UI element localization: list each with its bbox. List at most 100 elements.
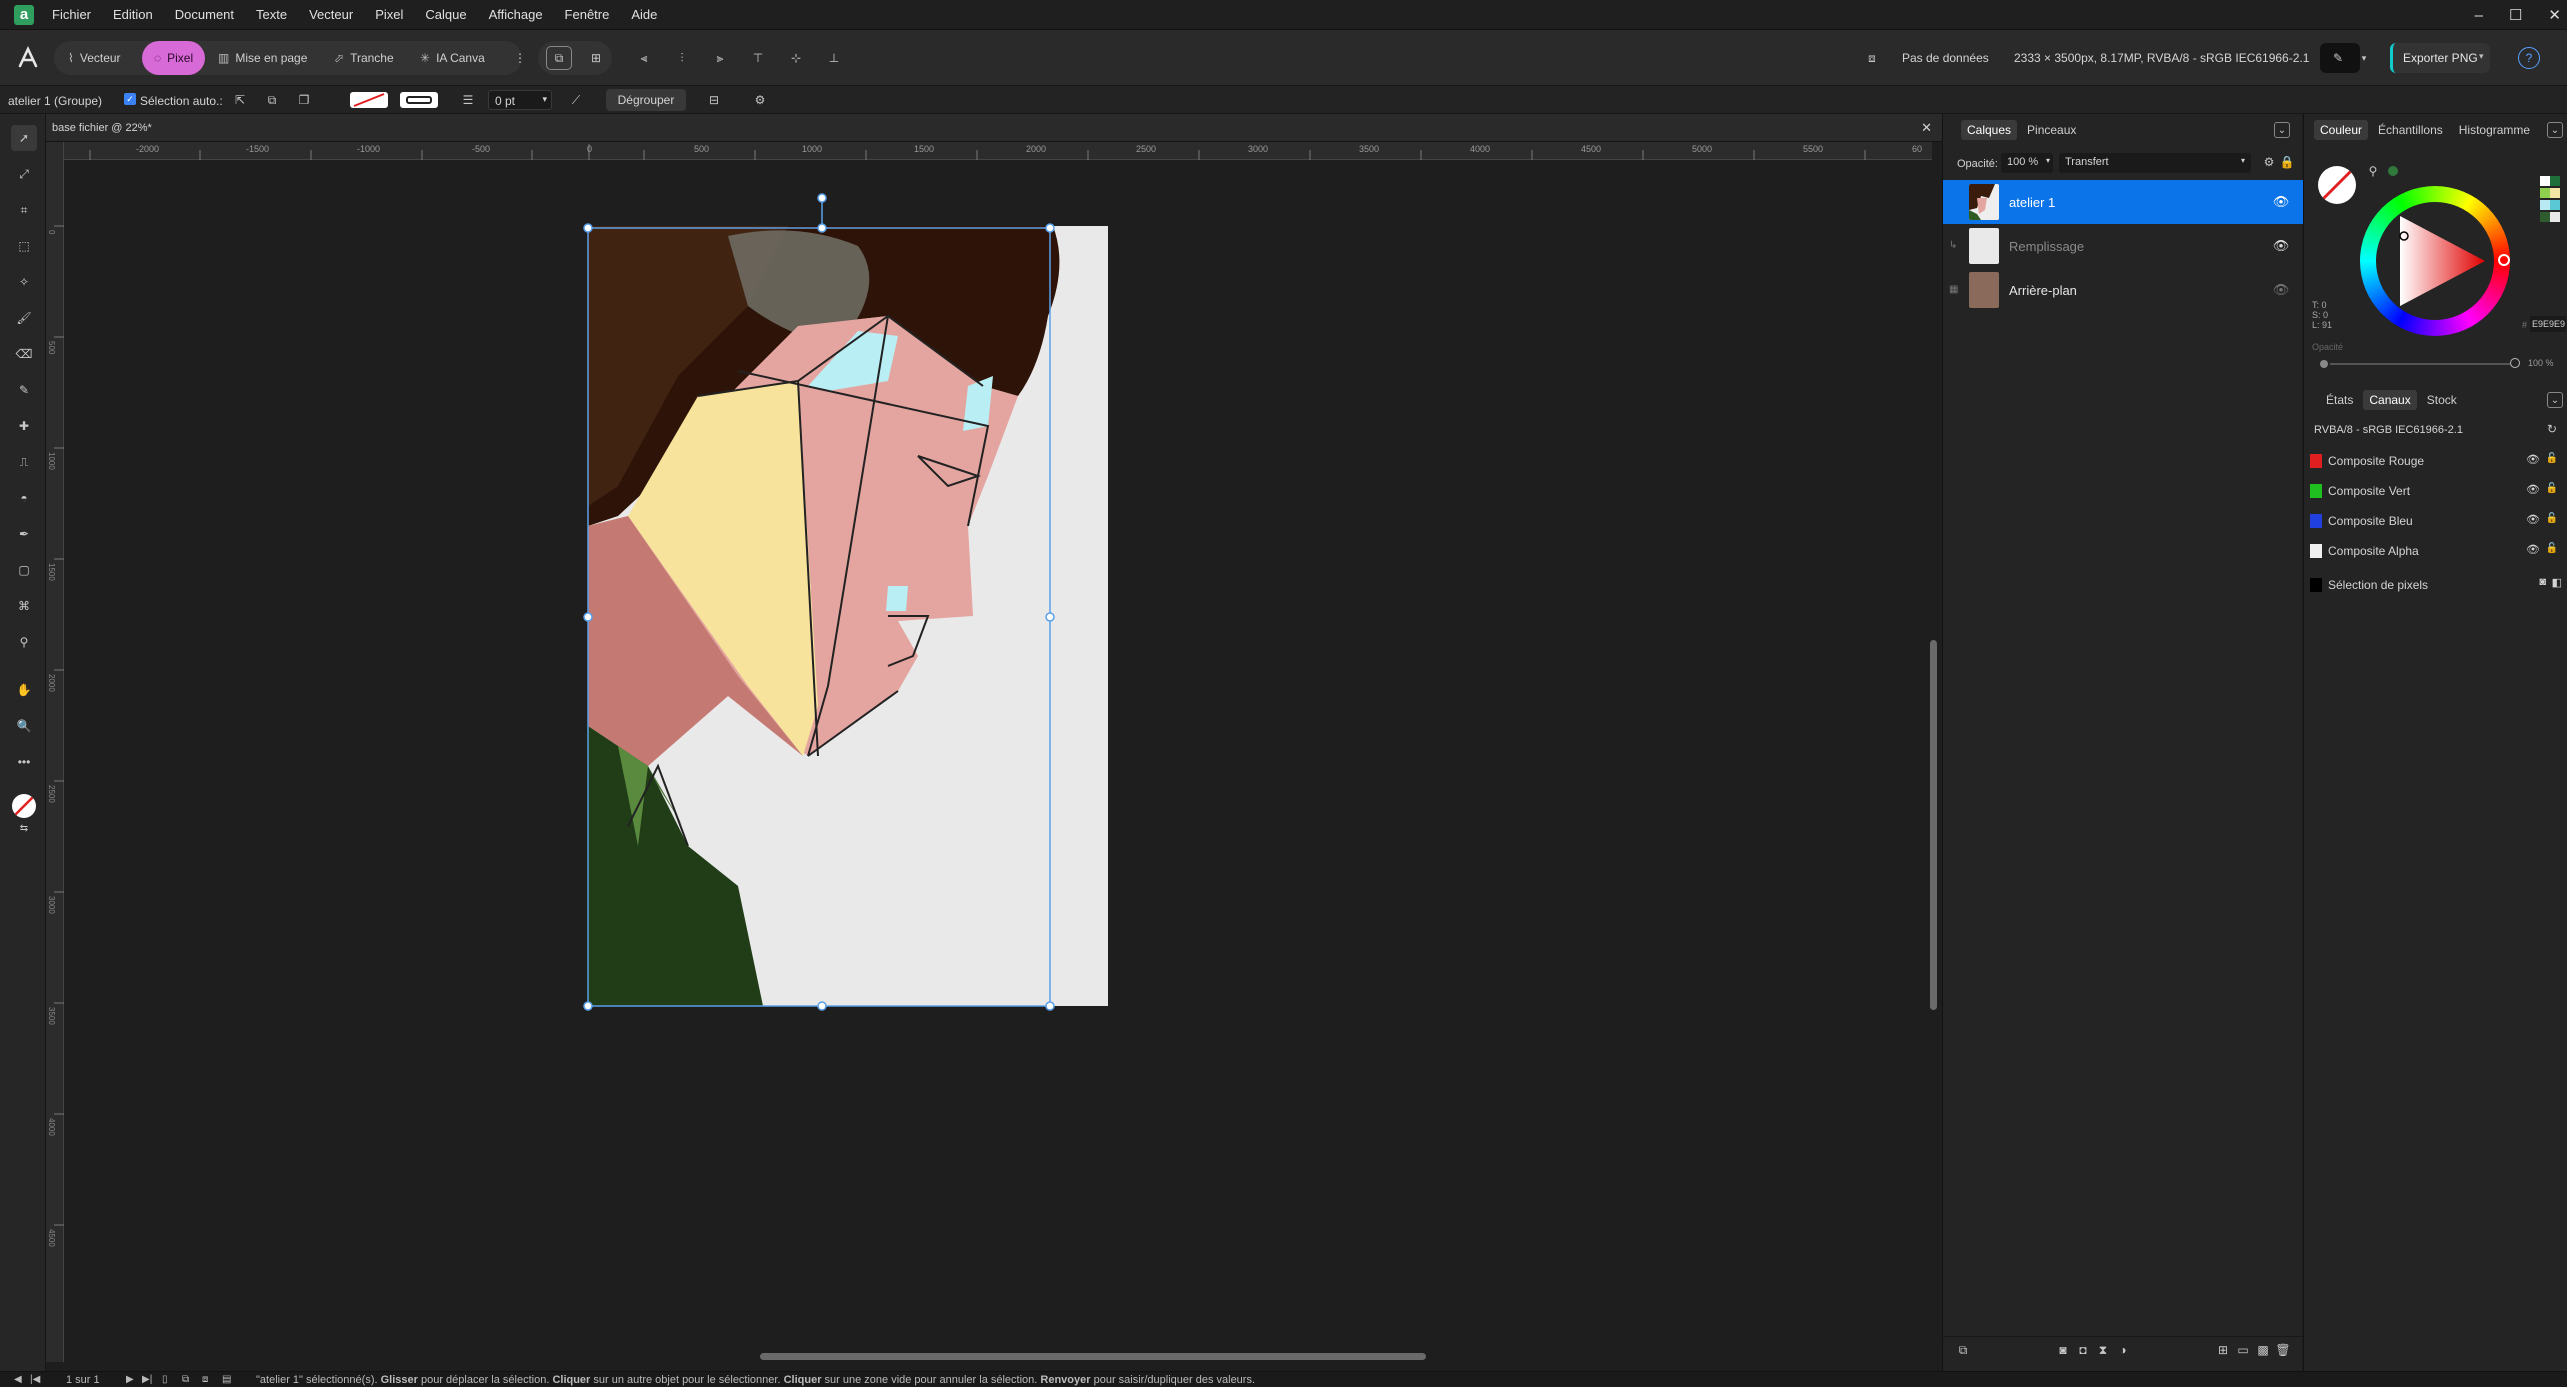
rectangle-tool-icon[interactable]: ▢: [11, 557, 37, 583]
maximize-button[interactable]: ☐: [2509, 6, 2522, 24]
swatch[interactable]: [2550, 176, 2560, 186]
channel-visibility-icon[interactable]: 👁: [2526, 453, 2540, 466]
clone-stamp-icon[interactable]: ⎍: [11, 449, 37, 475]
lock-icon[interactable]: 🔒: [2279, 154, 2295, 170]
tab-canaux[interactable]: Canaux: [2363, 390, 2417, 410]
panel-collapse-icon[interactable]: ⌄: [2274, 122, 2290, 138]
layer-mode-icon[interactable]: ❐: [294, 91, 314, 109]
spread-view-icon[interactable]: ⧉: [182, 1374, 189, 1385]
crop-tool-icon[interactable]: ⌗: [11, 197, 37, 223]
brush-tool-icon[interactable]: 🖌: [11, 305, 37, 331]
opacity-slider-knob[interactable]: [2510, 358, 2520, 368]
visibility-eye-icon[interactable]: 👁: [2273, 194, 2290, 209]
magic-wand-icon[interactable]: ✧: [11, 269, 37, 295]
zoom-tool-icon[interactable]: 🔍: [11, 713, 37, 739]
menu-texte[interactable]: Texte: [256, 7, 287, 22]
swatch[interactable]: [2550, 188, 2560, 198]
pen-tool-icon[interactable]: ✒: [11, 521, 37, 547]
selection-bounding-box[interactable]: [580, 190, 1080, 1015]
transform-tool-icon[interactable]: ⤢: [11, 161, 37, 187]
auto-select-checkbox[interactable]: ✓: [124, 93, 136, 105]
selection-load-icon[interactable]: ◧: [2552, 576, 2562, 589]
tab-pinceaux[interactable]: Pinceaux: [2021, 120, 2082, 140]
chevron-down-icon[interactable]: ▾: [2358, 46, 2370, 70]
horizontal-scrollbar[interactable]: [760, 1353, 1426, 1360]
layer-properties-icon[interactable]: ⧉: [1955, 1342, 1971, 1358]
swatch[interactable]: [2540, 176, 2550, 186]
page-view-icon[interactable]: ▯: [162, 1374, 168, 1385]
vertical-scrollbar[interactable]: [1930, 640, 1937, 1010]
swatch[interactable]: [2540, 188, 2550, 198]
more-tools-icon[interactable]: •••: [11, 749, 37, 775]
ungroup-button[interactable]: Dégrouper: [606, 89, 686, 111]
tab-calques[interactable]: Calques: [1961, 120, 2018, 140]
layer-row-remplissage[interactable]: ↳ Remplissage 👁: [1943, 224, 2303, 268]
persona-mise-en-page-button[interactable]: ▥ Mise en page: [206, 41, 319, 75]
align-left-icon[interactable]: ⫷: [632, 46, 656, 70]
cursor-mode-icon[interactable]: ⇱: [230, 91, 250, 109]
quick-tool-button[interactable]: ✎: [2320, 43, 2360, 73]
align-middle-icon[interactable]: ⊹: [784, 46, 808, 70]
channel-row-vert[interactable]: Composite Vert 👁 🔓: [2304, 476, 2567, 506]
pressure-icon[interactable]: ⟋: [566, 91, 586, 109]
fx-icon[interactable]: ◑: [2115, 1342, 2131, 1358]
secondary-color-dot[interactable]: [2388, 166, 2398, 176]
affinity-logo-icon[interactable]: [14, 44, 42, 72]
stroke-width-field[interactable]: 0 pt ▾: [488, 90, 552, 110]
app-logo-icon[interactable]: a: [14, 4, 34, 25]
first-page-icon[interactable]: |◀: [30, 1374, 40, 1385]
prev-page-icon[interactable]: ◀: [14, 1374, 22, 1385]
swatch[interactable]: [2540, 212, 2550, 222]
layer-settings-gear-icon[interactable]: ⚙: [2261, 154, 2277, 170]
more-options-icon[interactable]: ⋮: [514, 46, 526, 70]
color-swatch-primary[interactable]: [12, 794, 36, 818]
last-page-icon[interactable]: ▶|: [142, 1374, 152, 1385]
color-wheel[interactable]: [2360, 186, 2510, 336]
adjustment-icon[interactable]: ◘: [2075, 1342, 2091, 1358]
channel-row-pixel-selection[interactable]: Sélection de pixels ◙ ◧: [2304, 570, 2567, 600]
swatch[interactable]: [2540, 200, 2550, 210]
delete-layer-icon[interactable]: 🗑: [2275, 1342, 2291, 1358]
channel-lock-icon[interactable]: 🔓: [2546, 513, 2558, 524]
swap-colors-icon[interactable]: ⇆: [16, 822, 32, 834]
settings-gear-icon[interactable]: ⚙: [750, 91, 770, 109]
hex-field[interactable]: E9E9E9: [2530, 316, 2566, 332]
channel-lock-icon[interactable]: 🔓: [2546, 543, 2558, 554]
menu-fenetre[interactable]: Fenêtre: [565, 7, 610, 22]
channel-visibility-icon[interactable]: 👁: [2526, 483, 2540, 496]
export-png-button[interactable]: Exporter PNG ▾: [2390, 43, 2490, 73]
next-page-icon[interactable]: ▶: [126, 1374, 134, 1385]
close-document-icon[interactable]: ✕: [1921, 120, 1932, 136]
fill-swatch[interactable]: [350, 92, 388, 108]
channel-lock-icon[interactable]: 🔓: [2546, 453, 2558, 464]
help-icon[interactable]: ?: [2518, 47, 2540, 69]
menu-affichage[interactable]: Affichage: [489, 7, 543, 22]
refresh-icon[interactable]: ↻: [2545, 422, 2559, 436]
menu-edition[interactable]: Edition: [113, 7, 153, 22]
grid-view-icon[interactable]: ▩: [2255, 1342, 2271, 1358]
marquee-tool-icon[interactable]: ⬚: [11, 233, 37, 259]
channel-visibility-icon[interactable]: 👁: [2526, 513, 2540, 526]
channel-row-rouge[interactable]: Composite Rouge 👁 🔓: [2304, 446, 2567, 476]
tab-echantillons[interactable]: Échantillons: [2372, 120, 2449, 140]
minimize-button[interactable]: –: [2475, 7, 2483, 24]
eyedropper-icon[interactable]: ⚲: [11, 629, 37, 655]
selection-mode-icon[interactable]: ⧉: [262, 91, 282, 109]
channel-lock-icon[interactable]: 🔓: [2546, 483, 2558, 494]
mesh-warp-icon[interactable]: ⌘: [11, 593, 37, 619]
selection-to-mask-icon[interactable]: ◙: [2539, 576, 2546, 588]
eraser-tool-icon[interactable]: ⌫: [11, 341, 37, 367]
menu-document[interactable]: Document: [175, 7, 234, 22]
menu-pixel[interactable]: Pixel: [375, 7, 403, 22]
align-top-icon[interactable]: ⊤: [746, 46, 770, 70]
mask-icon[interactable]: ◙: [2055, 1342, 2071, 1358]
add-group-icon[interactable]: ▭: [2235, 1342, 2251, 1358]
persona-tranche-button[interactable]: ⬀ Tranche: [322, 41, 406, 75]
document-tab[interactable]: base fichier @ 22%*: [52, 122, 152, 134]
persona-vecteur-button[interactable]: ⌇ Vecteur: [56, 41, 133, 75]
swatch[interactable]: [2550, 212, 2560, 222]
channel-row-alpha[interactable]: Composite Alpha 👁 🔓: [2304, 536, 2567, 566]
align-center-icon[interactable]: ⫶: [670, 46, 694, 70]
menu-aide[interactable]: Aide: [631, 7, 657, 22]
align-bottom-icon[interactable]: ⊥: [822, 46, 846, 70]
